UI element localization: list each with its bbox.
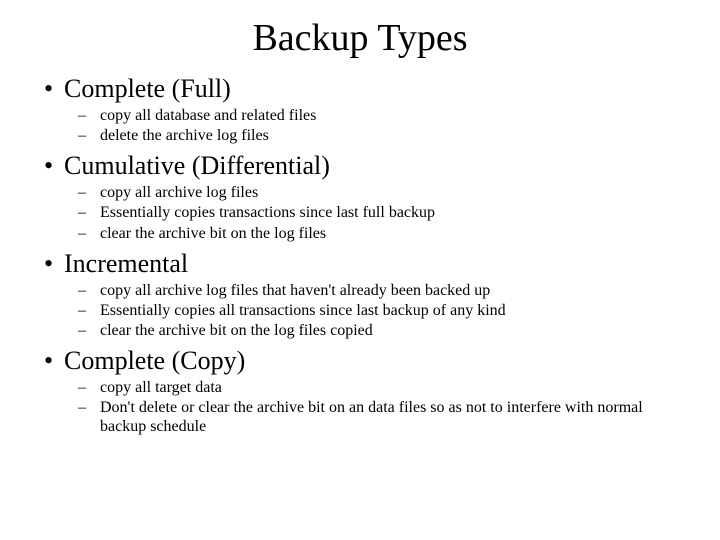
- list-item-text: Don't delete or clear the archive bit on…: [100, 398, 690, 436]
- list-item-text: Essentially copies transactions since la…: [100, 203, 445, 222]
- bullet-icon: •: [30, 153, 64, 179]
- list-item: – copy all archive log files that haven'…: [30, 281, 690, 300]
- dash-icon: –: [30, 399, 100, 417]
- list-item: – Essentially copies transactions since …: [30, 203, 690, 222]
- list-item-text: copy all archive log files that haven't …: [100, 281, 500, 300]
- section-heading: Cumulative (Differential): [64, 151, 330, 181]
- list-item-text: copy all database and related files: [100, 106, 326, 125]
- section-complete-full: • Complete (Full) – copy all database an…: [30, 74, 690, 145]
- list-item: – delete the archive log files: [30, 126, 690, 145]
- list-item-text: Essentially copies all transactions sinc…: [100, 301, 516, 320]
- slide-title: Backup Types: [30, 16, 690, 60]
- dash-icon: –: [30, 302, 100, 320]
- section-heading: Complete (Copy): [64, 346, 245, 376]
- sub-list: – copy all database and related files – …: [30, 106, 690, 145]
- section-heading: Incremental: [64, 249, 188, 279]
- dash-icon: –: [30, 184, 100, 202]
- list-item-text: copy all archive log files: [100, 183, 268, 202]
- list-item: – copy all archive log files: [30, 183, 690, 202]
- dash-icon: –: [30, 204, 100, 222]
- list-item-text: copy all target data: [100, 378, 232, 397]
- dash-icon: –: [30, 225, 100, 243]
- slide: Backup Types • Complete (Full) – copy al…: [0, 0, 720, 540]
- bullet-list: • Complete (Full) – copy all database an…: [30, 74, 690, 437]
- dash-icon: –: [30, 322, 100, 340]
- list-item: – Essentially copies all transactions si…: [30, 301, 690, 320]
- sub-list: – copy all archive log files – Essential…: [30, 183, 690, 243]
- section-cumulative: • Cumulative (Differential) – copy all a…: [30, 151, 690, 242]
- list-item: – clear the archive bit on the log files: [30, 224, 690, 243]
- bullet-icon: •: [30, 348, 64, 374]
- dash-icon: –: [30, 127, 100, 145]
- list-item-text: delete the archive log files: [100, 126, 279, 145]
- list-item: – copy all database and related files: [30, 106, 690, 125]
- list-item-text: clear the archive bit on the log files: [100, 224, 336, 243]
- list-item: – clear the archive bit on the log files…: [30, 321, 690, 340]
- bullet-icon: •: [30, 76, 64, 102]
- section-incremental: • Incremental – copy all archive log fil…: [30, 249, 690, 340]
- dash-icon: –: [30, 107, 100, 125]
- section-complete-copy: • Complete (Copy) – copy all target data…: [30, 346, 690, 436]
- dash-icon: –: [30, 282, 100, 300]
- section-heading: Complete (Full): [64, 74, 231, 104]
- list-item: – copy all target data: [30, 378, 690, 397]
- list-item: – Don't delete or clear the archive bit …: [30, 398, 690, 436]
- list-item-text: clear the archive bit on the log files c…: [100, 321, 383, 340]
- bullet-icon: •: [30, 251, 64, 277]
- dash-icon: –: [30, 379, 100, 397]
- sub-list: – copy all archive log files that haven'…: [30, 281, 690, 341]
- sub-list: – copy all target data – Don't delete or…: [30, 378, 690, 437]
